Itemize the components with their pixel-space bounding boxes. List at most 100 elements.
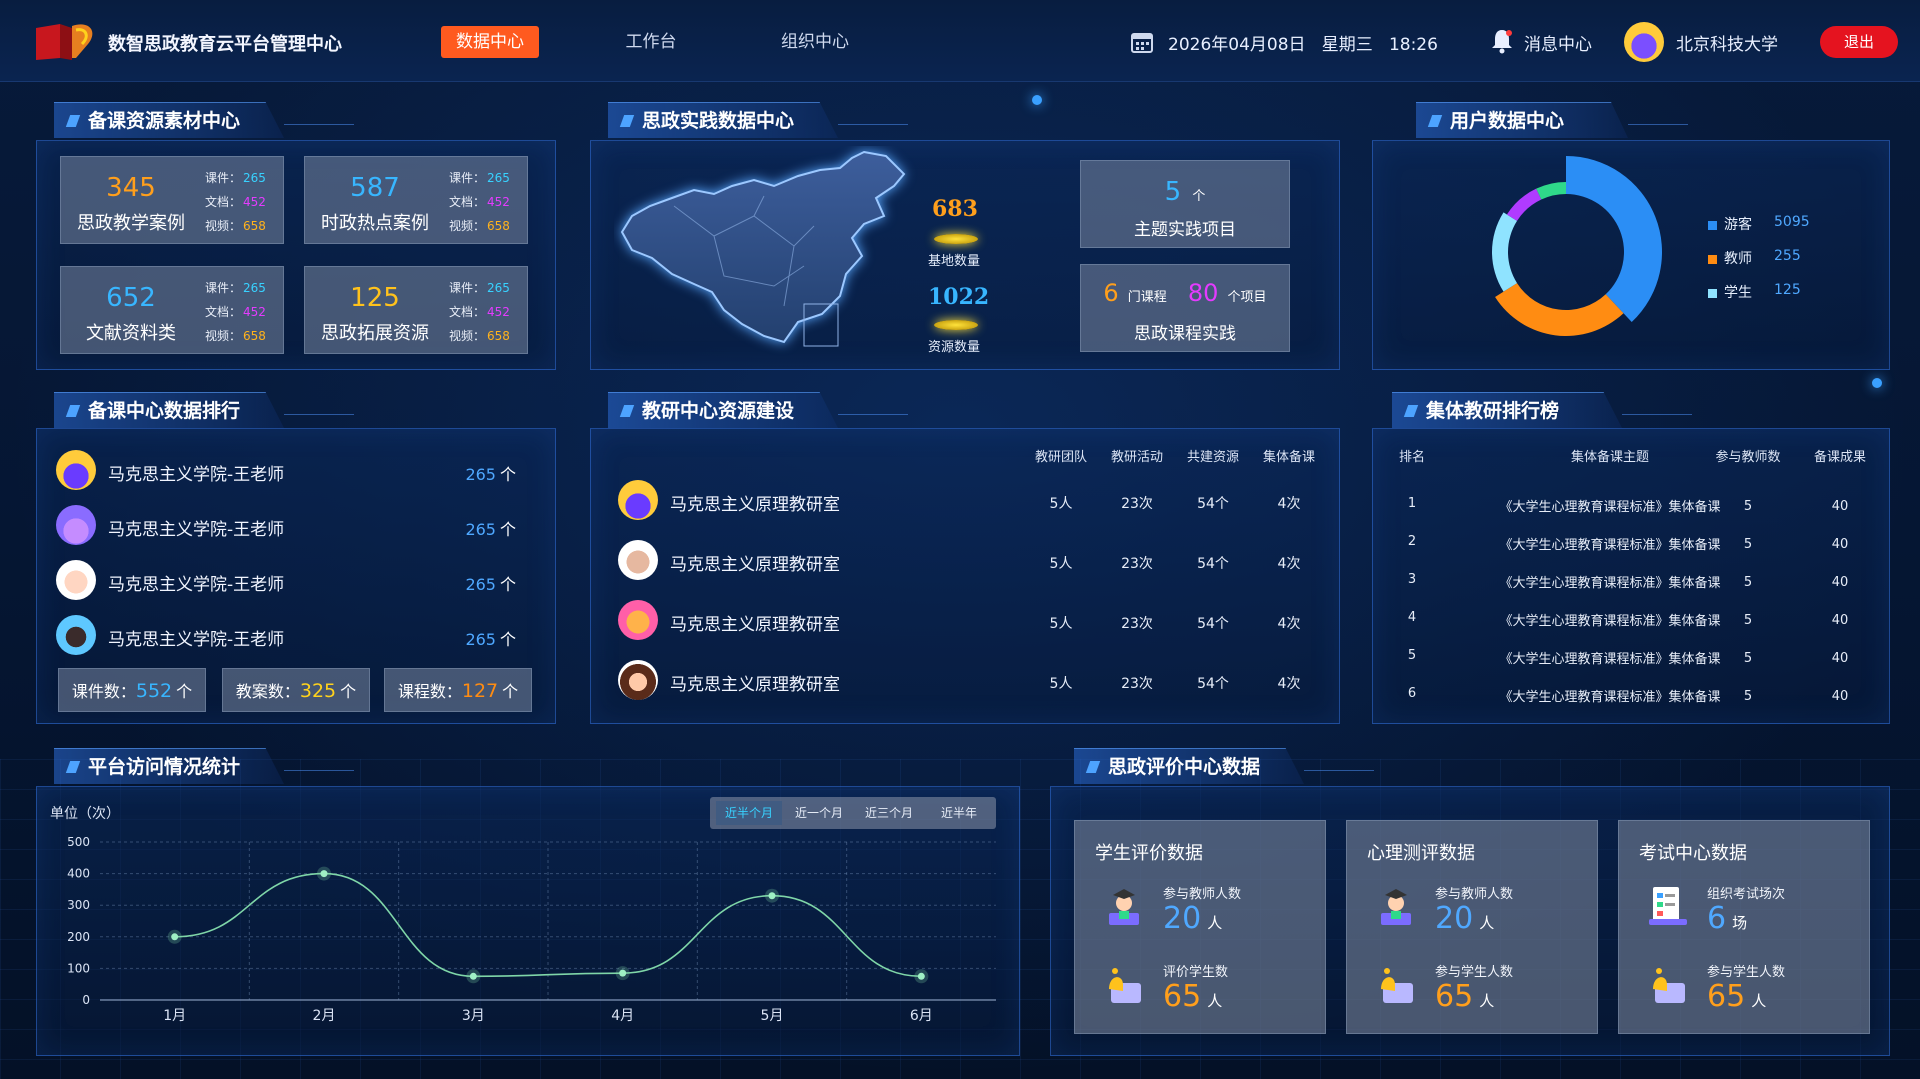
research-panel-title: 教研中心资源建设 — [608, 392, 838, 428]
resource-meta-video: 视频： 658 — [449, 327, 510, 344]
ranking-value: 265 个 — [465, 626, 516, 650]
nav-organization[interactable]: 组织中心 — [766, 26, 864, 58]
range-tab-half-month[interactable]: 近半个月 — [716, 801, 782, 825]
data-point[interactable] — [768, 892, 776, 900]
evaluation-card[interactable]: 学生评价数据 参与教师人数 20 人评价学生数 65 人 — [1074, 820, 1326, 1034]
research-cell-shared: 54个 — [1197, 616, 1229, 632]
collective-cell-rank: 4 — [1407, 610, 1417, 625]
research-row[interactable]: 马克思主义原理教研室 5人 23次 54个 4次 — [618, 596, 1338, 644]
ranking-number: 265 — [465, 520, 496, 539]
research-row[interactable]: 马克思主义原理教研室 5人 23次 54个 4次 — [618, 536, 1338, 584]
projects-unit: 个 — [1192, 189, 1206, 204]
user-donut-chart — [1492, 156, 1662, 336]
nav-workbench[interactable]: 工作台 — [602, 26, 700, 58]
ranking-row[interactable]: 马克思主义学院-王老师 265 个 — [56, 558, 536, 602]
resource-card[interactable]: 587 时政热点案例 课件： 265 文档： 452 视频： 658 — [304, 156, 528, 244]
title-decor-line — [284, 770, 354, 771]
ranking-row[interactable]: 马克思主义学院-王老师 265 个 — [56, 503, 536, 547]
ranking-stat-button[interactable]: 教案数：325 个 — [222, 668, 370, 712]
ranking-unit: 个 — [499, 575, 516, 594]
resource-meta-value: 452 — [487, 195, 510, 209]
chart-unit-label: 单位（次） — [50, 806, 120, 822]
bell-icon[interactable] — [1490, 28, 1514, 54]
title-decor-line — [1622, 414, 1692, 415]
resource-meta-value: 658 — [487, 219, 510, 233]
collective-column-header: 排名 — [1398, 450, 1425, 465]
logout-button[interactable]: 退出 — [1820, 26, 1898, 58]
course-practice-card[interactable]: 6 门课程 80 个项目 思政课程实践 — [1080, 264, 1290, 352]
evaluation-number: 20 — [1163, 901, 1202, 936]
research-row[interactable]: 马克思主义原理教研室 5人 23次 54个 4次 — [618, 656, 1338, 704]
resource-card[interactable]: 125 思政拓展资源 课件： 265 文档： 452 视频： 658 — [304, 266, 528, 354]
course-label: 思政课程实践 — [1134, 324, 1236, 344]
china-map-icon — [620, 150, 906, 347]
evaluation-number: 65 — [1435, 979, 1474, 1014]
resource-card-label: 时政热点案例 — [321, 213, 429, 234]
users-panel-title: 用户数据中心 — [1416, 102, 1628, 138]
evaluation-card-title: 考试中心数据 — [1639, 843, 1747, 864]
range-tab-three-months[interactable]: 近三个月 — [856, 801, 922, 825]
resource-meta-label: 视频： — [205, 219, 242, 233]
resource-card[interactable]: 652 文献资料类 课件： 265 文档： 452 视频： 658 — [60, 266, 284, 354]
research-cell-shared: 54个 — [1197, 556, 1229, 572]
platform-logo-icon — [36, 24, 93, 60]
ranking-stat-button[interactable]: 课件数：552 个 — [58, 668, 206, 712]
data-point[interactable] — [619, 969, 627, 977]
bell-notice-icon — [1373, 961, 1419, 1007]
x-tick-label: 3月 — [462, 1008, 485, 1024]
avatar — [618, 540, 658, 580]
glow-dot — [1032, 95, 1042, 105]
collective-cell-results: 40 — [1831, 689, 1849, 704]
range-tab-one-month[interactable]: 近一个月 — [786, 801, 852, 825]
collective-cell-rank: 1 — [1407, 496, 1417, 511]
avatar — [618, 600, 658, 640]
app-title: 数智思政教育云平台管理中心 — [108, 34, 342, 55]
resource-meta-label: 文档： — [205, 305, 242, 319]
nav-data-center[interactable]: 数据中心 — [441, 26, 539, 58]
research-row[interactable]: 马克思主义原理教研室 5人 23次 54个 4次 — [618, 476, 1338, 524]
collective-cell-rank: 2 — [1407, 534, 1417, 549]
title-decor-line — [284, 414, 354, 415]
teacher-icon — [1101, 883, 1147, 929]
resource-card[interactable]: 345 思政教学案例 课件： 265 文档： 452 视频： 658 — [60, 156, 284, 244]
ranking-row[interactable]: 马克思主义学院-王老师 265 个 — [56, 613, 536, 657]
evaluation-card-title: 心理测评数据 — [1367, 843, 1475, 864]
evaluation-label: 参与教师人数 — [1163, 887, 1242, 902]
research-office-name: 马克思主义原理教研室 — [670, 675, 840, 695]
message-center-link[interactable]: 消息中心 — [1524, 30, 1592, 55]
legend-value: 125 — [1774, 282, 1801, 298]
stat-unit: 个 — [176, 682, 193, 701]
stat-unit: 个 — [340, 682, 357, 701]
ranking-number: 265 — [465, 465, 496, 484]
research-cell-team: 5人 — [1049, 496, 1073, 512]
evaluation-number: 20 — [1435, 901, 1474, 936]
resource-meta-docs: 文档： 452 — [205, 303, 266, 320]
theme-projects-card[interactable]: 5 个 主题实践项目 — [1080, 160, 1290, 248]
resource-count-label: 资源数量 — [928, 340, 981, 355]
course-value: 6 — [1103, 279, 1119, 307]
evaluation-unit: 人 — [1751, 992, 1767, 1010]
resource-count: 1022 — [928, 284, 990, 310]
user-avatar[interactable] — [1624, 22, 1664, 62]
data-point[interactable] — [171, 933, 179, 941]
data-point[interactable] — [320, 870, 328, 878]
evaluation-card[interactable]: 考试中心数据 组织考试场次 6 场参与学生人数 65 人 — [1618, 820, 1870, 1034]
ranking-stat-button[interactable]: 课程数：127 个 — [384, 668, 532, 712]
evaluation-value: 65 人 — [1435, 979, 1494, 1014]
data-point[interactable] — [917, 972, 925, 980]
data-point[interactable] — [469, 972, 477, 980]
evaluation-card[interactable]: 心理测评数据 参与教师人数 20 人参与学生人数 65 人 — [1346, 820, 1598, 1034]
ranking-row[interactable]: 马克思主义学院-王老师 265 个 — [56, 448, 536, 492]
resource-meta-label: 文档： — [449, 195, 486, 209]
research-cell-activity: 23次 — [1121, 496, 1153, 512]
range-tab-half-year[interactable]: 近半年 — [926, 801, 992, 825]
resource-meta-docs: 文档： 452 — [449, 303, 510, 320]
title-decor-line — [1304, 770, 1374, 771]
collective-cell-topic: 《大学生心理教育课程标准》集体备课 — [1499, 576, 1721, 591]
resource-card-value: 587 — [350, 173, 400, 203]
ranking-panel-title: 备课中心数据排行 — [54, 392, 284, 428]
legend-swatch — [1708, 220, 1717, 230]
school-name[interactable]: 北京科技大学 — [1676, 30, 1778, 55]
avatar — [56, 450, 96, 490]
research-cell-activity: 23次 — [1121, 616, 1153, 632]
